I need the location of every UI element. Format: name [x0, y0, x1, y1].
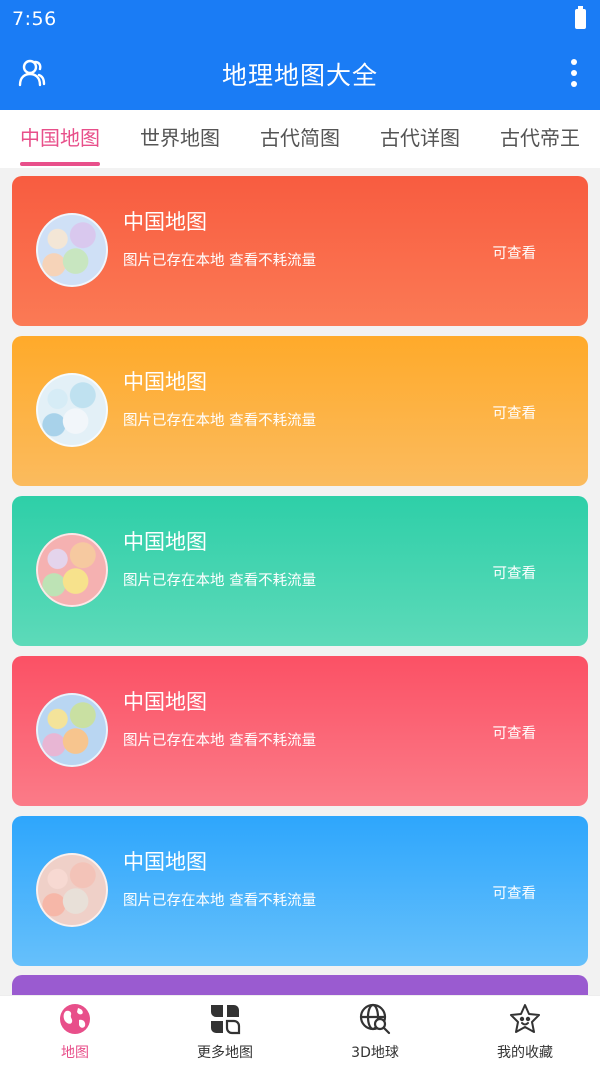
nav-label-favorites: 我的收藏 — [497, 1044, 553, 1061]
map-thumbnail — [36, 693, 108, 767]
map-thumbnail — [36, 853, 108, 927]
card-view-label[interactable]: 可查看 — [493, 402, 537, 423]
nav-label-3d-globe: 3D地球 — [351, 1044, 399, 1061]
card-description: 图片已存在本地 查看不耗流量 — [123, 733, 317, 749]
card-view-label[interactable]: 可查看 — [493, 562, 537, 583]
nav-item-map[interactable]: 地图 — [0, 996, 150, 1067]
user-group-icon[interactable] — [18, 58, 46, 88]
card-title: 中国地图 — [123, 210, 207, 234]
battery-icon — [575, 6, 586, 29]
card-description: 图片已存在本地 查看不耗流量 — [123, 413, 317, 429]
map-thumbnail — [36, 533, 108, 607]
tab-world-map[interactable]: 世界地图 — [120, 110, 240, 168]
map-card[interactable]: 中国地图 图片已存在本地 查看不耗流量 可查看 — [12, 176, 588, 326]
map-card[interactable]: 中国地图 图片已存在本地 查看不耗流量 可查看 — [12, 656, 588, 806]
more-vertical-icon[interactable] — [570, 58, 578, 88]
status-time: 7:56 — [12, 8, 57, 30]
nav-item-favorites[interactable]: 我的收藏 — [450, 996, 600, 1067]
nav-item-3d-globe[interactable]: 3D地球 — [300, 996, 450, 1067]
card-view-label[interactable]: 可查看 — [493, 722, 537, 743]
card-description: 图片已存在本地 查看不耗流量 — [123, 573, 317, 589]
card-title: 中国地图 — [123, 850, 207, 874]
nav-label-map: 地图 — [61, 1044, 89, 1061]
card-description: 图片已存在本地 查看不耗流量 — [123, 893, 317, 909]
globe-search-icon — [359, 1003, 391, 1034]
map-card[interactable]: 中国地图 图片已存在本地 查看不耗流量 可查看 — [12, 496, 588, 646]
map-card[interactable]: 中国地图 图片已存在本地 查看不耗流量 可查看 — [12, 816, 588, 966]
card-title: 中国地图 — [123, 530, 207, 554]
card-view-label[interactable]: 可查看 — [493, 242, 537, 263]
map-card-list: 中国地图 图片已存在本地 查看不耗流量 可查看 中国地图 图片已存在本地 查看不… — [12, 176, 588, 976]
bottom-navigation: 地图 更多地图 3D地球 我的收藏 — [0, 995, 600, 1067]
card-title: 中国地图 — [123, 690, 207, 714]
app-bar: 地理地图大全 — [0, 38, 600, 110]
map-thumbnail — [36, 373, 108, 447]
card-title: 中国地图 — [123, 370, 207, 394]
map-thumbnail — [36, 213, 108, 287]
star-face-icon — [510, 1003, 540, 1033]
tab-bar: 中国地图 世界地图 古代简图 古代详图 古代帝王 — [0, 110, 600, 168]
tab-ancient-simple-map[interactable]: 古代简图 — [240, 110, 360, 168]
nav-item-more-maps[interactable]: 更多地图 — [150, 996, 300, 1067]
globe-icon — [60, 1003, 90, 1034]
nav-label-more-maps: 更多地图 — [197, 1044, 253, 1061]
card-view-label[interactable]: 可查看 — [493, 882, 537, 903]
status-bar: 7:56 — [0, 0, 600, 38]
tab-china-map[interactable]: 中国地图 — [0, 110, 120, 168]
grid-leaf-icon — [211, 1004, 241, 1034]
map-card[interactable]: 中国地图 图片已存在本地 查看不耗流量 可查看 — [12, 336, 588, 486]
tab-ancient-detail-map[interactable]: 古代详图 — [360, 110, 480, 168]
card-description: 图片已存在本地 查看不耗流量 — [123, 253, 317, 269]
tab-ancient-emperors[interactable]: 古代帝王 — [480, 110, 600, 168]
page-title: 地理地图大全 — [221, 61, 378, 90]
